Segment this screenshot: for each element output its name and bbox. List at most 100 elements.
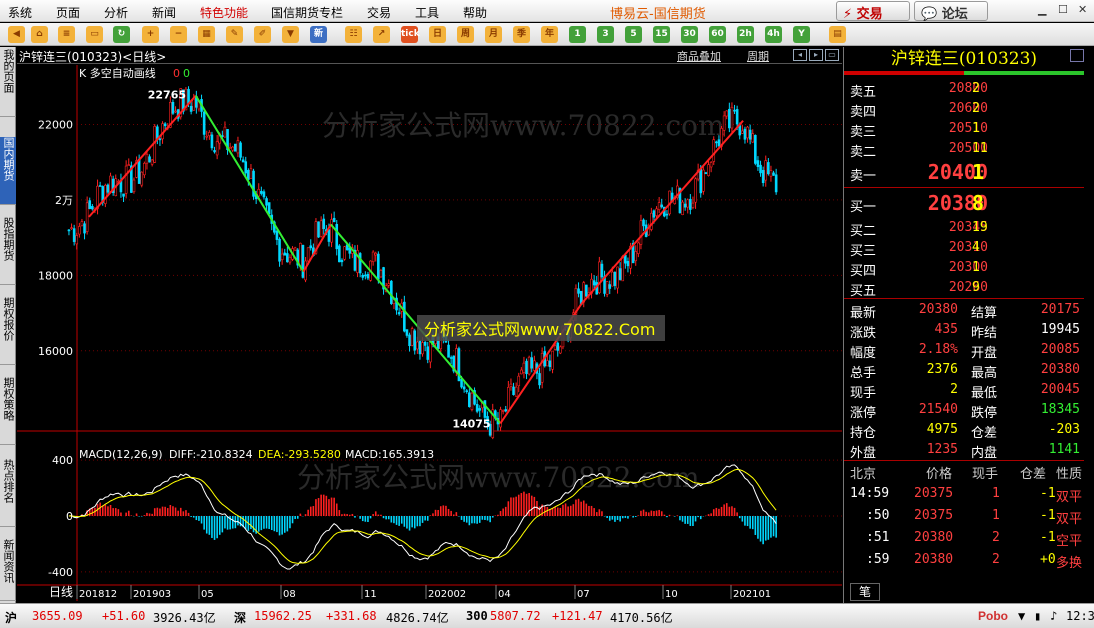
bid-row[interactable]: 买三 20310 4: [844, 237, 1084, 259]
minimize-icon[interactable]: ▁: [1038, 3, 1046, 16]
tab-index-futures[interactable]: 股指期货: [0, 217, 16, 285]
back-icon[interactable]: ◀: [8, 26, 25, 43]
candle-body: [189, 105, 193, 112]
period-3min-button[interactable]: 3: [597, 26, 614, 43]
layout-icon[interactable]: ▦: [198, 26, 215, 43]
bid-row[interactable]: 买二 20345 19: [844, 217, 1084, 239]
maximize-icon[interactable]: ☐: [1058, 3, 1068, 16]
menu-system[interactable]: 系统: [8, 4, 32, 21]
menu-page[interactable]: 页面: [56, 4, 80, 21]
trade-button[interactable]: ⚡ 交易: [836, 1, 910, 22]
menu-news[interactable]: 新闻: [152, 4, 176, 21]
kline-chart[interactable]: 分析家公式网www.70822.com 分析家公式网www.70822.com …: [17, 65, 842, 603]
tab-option-strategy[interactable]: 期权策略: [0, 377, 16, 445]
expand-icon[interactable]: ▭: [825, 49, 839, 61]
line-chart-icon[interactable]: ↗: [373, 26, 390, 43]
candle: [410, 326, 414, 347]
tab-my-page[interactable]: 我的页面: [0, 49, 16, 117]
candle: [728, 102, 731, 133]
candle-body: [379, 270, 383, 278]
tick-row[interactable]: :50 20375 1 -1 双平: [844, 505, 1084, 527]
candle: [330, 213, 333, 248]
candle-body: [470, 392, 474, 410]
filter-icon[interactable]: ▼: [282, 26, 299, 43]
new-icon[interactable]: 新: [310, 26, 327, 43]
menu-featured[interactable]: 特色功能: [200, 4, 248, 21]
candle-body: [761, 169, 765, 184]
tab-news[interactable]: 新闻资讯: [0, 539, 16, 601]
tick-row[interactable]: 14:59 20375 1 -1 双平: [844, 483, 1084, 505]
stat-value: 20175: [1040, 302, 1080, 317]
panel-toggle-icon[interactable]: [1070, 49, 1084, 62]
tab-hot-ranking[interactable]: 热点排名: [0, 459, 16, 527]
draw-pen-icon[interactable]: ✎: [226, 26, 243, 43]
candle-body: [140, 171, 144, 186]
tab-domestic-futures[interactable]: 国内期货: [0, 137, 16, 205]
candle: [145, 150, 149, 170]
period-1min-button[interactable]: 1: [569, 26, 586, 43]
menu-guoxin-column[interactable]: 国信期货专栏: [271, 4, 343, 21]
period-30min-button[interactable]: 30: [681, 26, 698, 43]
refresh-icon[interactable]: ↻: [113, 26, 130, 43]
candle: [637, 241, 640, 258]
period-season-button[interactable]: 季: [513, 26, 530, 43]
period-4h-button[interactable]: 4h: [765, 26, 782, 43]
window-icon[interactable]: ▭: [86, 26, 103, 43]
tick-button[interactable]: tick: [401, 26, 420, 43]
period-2h-button[interactable]: 2h: [737, 26, 754, 43]
ask-row[interactable]: 卖五 20800 2: [844, 78, 1084, 100]
scroll-right-icon[interactable]: ▸: [809, 49, 823, 61]
tab-option-quotes[interactable]: 期权报价: [0, 297, 16, 365]
menu-help[interactable]: 帮助: [463, 4, 487, 21]
tick-row[interactable]: :59 20380 2 +0 多换: [844, 549, 1084, 571]
forum-button[interactable]: 💬 论坛: [914, 1, 988, 22]
bid-row[interactable]: 买一 20380 8: [844, 191, 1084, 217]
stat-value: 20085: [1040, 342, 1080, 357]
candle-body: [735, 109, 739, 125]
ask-row[interactable]: 卖二 20500 11: [844, 138, 1084, 160]
brush-icon[interactable]: ✐: [254, 26, 271, 43]
candle-body: [660, 204, 664, 208]
ask-row[interactable]: 卖四 20600 2: [844, 98, 1084, 120]
menu-trade[interactable]: 交易: [367, 4, 391, 21]
tick-row[interactable]: :51 20380 2 -1 空平: [844, 527, 1084, 549]
date-tick-label: 201812: [79, 589, 117, 600]
home-icon[interactable]: ⌂: [31, 26, 48, 43]
tick-oi-change: -1: [1040, 530, 1056, 545]
period-5min-button[interactable]: 5: [625, 26, 642, 43]
candle: [135, 156, 138, 179]
period-link[interactable]: 周期: [747, 48, 769, 64]
ask-row[interactable]: 卖一 20400 1: [844, 160, 1084, 186]
overlay-link[interactable]: 商品叠加: [677, 48, 721, 64]
tab-tick-detail[interactable]: 笔: [850, 583, 880, 601]
period-year-button[interactable]: 年: [541, 26, 558, 43]
period-month-button[interactable]: 月: [485, 26, 502, 43]
speaker-icon[interactable]: ♪: [1050, 609, 1057, 623]
filter-icon[interactable]: ▼: [1018, 609, 1025, 623]
period-15min-button[interactable]: 15: [653, 26, 670, 43]
period-week-button[interactable]: 周: [457, 26, 474, 43]
candle: [473, 387, 476, 406]
bid-row[interactable]: 买五 20260 9: [844, 277, 1084, 299]
period-custom-button[interactable]: Y: [793, 26, 810, 43]
chart-panel[interactable]: 沪锌连三(010323)<日线> 商品叠加 周期 ◂ ▸ ▭ 分析家公式网www…: [17, 47, 842, 603]
stat-value: 2: [950, 382, 958, 397]
bid-row[interactable]: 买四 20300 1: [844, 257, 1084, 279]
grid-icon[interactable]: ▤: [829, 26, 846, 43]
table-icon[interactable]: ☷: [345, 26, 362, 43]
zoom-in-icon[interactable]: +: [142, 26, 159, 43]
ask-row[interactable]: 卖三 20510 1: [844, 118, 1084, 140]
zoom-out-icon[interactable]: −: [170, 26, 187, 43]
clock-display: 12:30: [1066, 609, 1094, 623]
candle: [423, 340, 427, 352]
menu-analysis[interactable]: 分析: [104, 4, 128, 21]
tick-time: :51: [866, 530, 890, 545]
period-day-button[interactable]: 日: [429, 26, 446, 43]
scroll-left-icon[interactable]: ◂: [793, 49, 807, 61]
menu-tools[interactable]: 工具: [415, 4, 439, 21]
candle: [449, 355, 453, 364]
period-60min-button[interactable]: 60: [709, 26, 726, 43]
close-icon[interactable]: ✕: [1078, 3, 1087, 16]
candle: [174, 106, 177, 114]
list-icon[interactable]: ≡: [58, 26, 75, 43]
